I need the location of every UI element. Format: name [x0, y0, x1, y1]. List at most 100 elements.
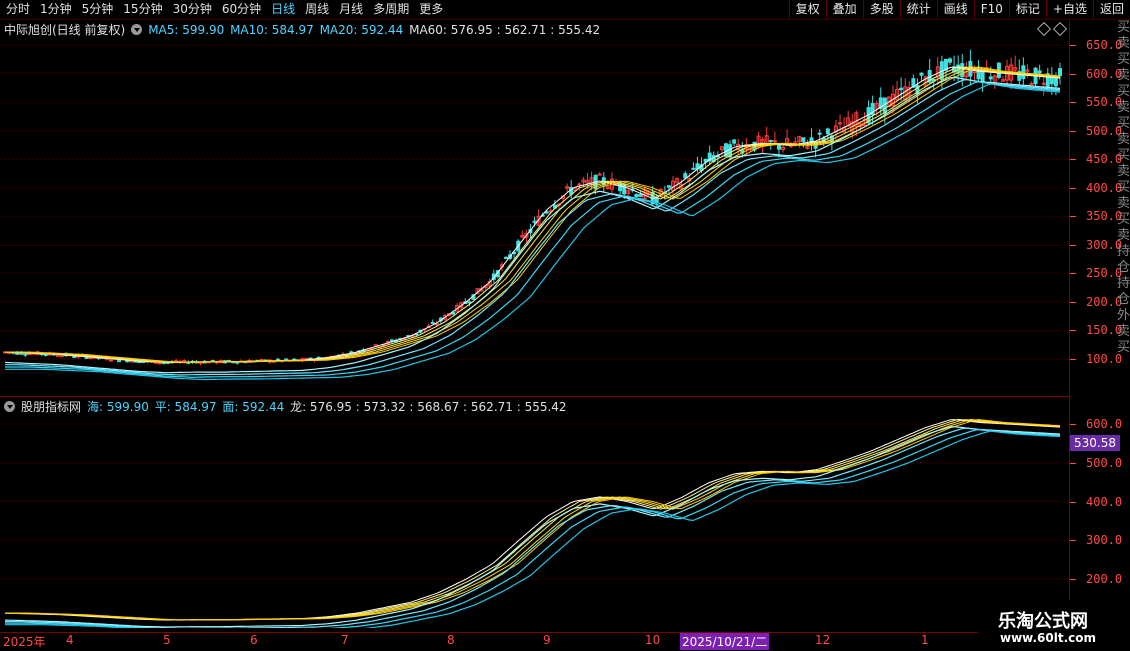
candle-body — [284, 358, 289, 361]
candle-body — [666, 185, 671, 188]
ma-line — [5, 66, 1061, 363]
date-label: 8 — [447, 633, 455, 647]
period-toolbar: 分时 1分钟 5分钟 15分钟 30分钟 60分钟 日线 周线 月线 多周期 更多 复权 叠加 多股 统计… — [0, 0, 1130, 20]
candle-body — [467, 301, 472, 304]
value-label: 海: 599.90 — [87, 400, 149, 414]
diamond-icon[interactable] — [1052, 21, 1068, 37]
dropdown-arrow-icon[interactable] — [4, 401, 15, 412]
tab-3[interactable]: 15分钟 — [119, 1, 168, 18]
date-label: 9 — [543, 633, 551, 647]
candle-body — [275, 358, 280, 361]
toolbar-button-8[interactable]: 返回 — [1092, 0, 1130, 19]
ma-line — [5, 66, 1061, 363]
toolbar-button-0[interactable]: 复权 — [788, 0, 826, 19]
period-tabs: 分时 1分钟 5分钟 15分钟 30分钟 60分钟 日线 周线 月线 多周期 更多 — [2, 1, 449, 18]
toolbar-button-1[interactable]: 叠加 — [825, 0, 863, 19]
ma-line — [4, 419, 1061, 621]
toolbar-button-2[interactable]: 多股 — [862, 0, 900, 19]
candle-body — [129, 360, 134, 363]
candle-body — [1041, 82, 1046, 85]
candle-body — [899, 87, 904, 91]
candle-body — [948, 58, 953, 63]
watermark-title: 乐淘公式网 — [998, 611, 1088, 632]
dropdown-arrow-icon[interactable] — [131, 24, 143, 35]
date-label: 7 — [341, 633, 349, 647]
ma-line — [5, 418, 1061, 621]
diamond-icon[interactable] — [1036, 21, 1052, 37]
value-label: MA20: 592.44 — [319, 22, 404, 37]
date-label: 2025年 — [3, 635, 46, 649]
tab-1[interactable]: 1分钟 — [36, 1, 78, 18]
ma-line — [5, 81, 1061, 378]
candle-body — [43, 353, 48, 356]
candle-body — [389, 339, 394, 342]
toolbar-button-4[interactable]: 画线 — [936, 0, 974, 19]
candle-body — [1029, 83, 1034, 86]
toolbar-button-6[interactable]: 标记 — [1008, 0, 1046, 19]
tab-6[interactable]: 日线 — [267, 1, 301, 18]
ma-line — [4, 76, 1061, 374]
ma-labels: MA5: 599.90 MA10: 584.97 MA20: 592.44 MA… — [148, 23, 602, 37]
tab-9[interactable]: 多周期 — [369, 1, 415, 18]
value-label: MA5: 599.90 — [148, 22, 225, 37]
current-value-badge: 530.58 — [1070, 435, 1120, 451]
candle-body — [976, 70, 981, 80]
date-label: 12 — [815, 633, 831, 647]
ma-line — [4, 66, 1061, 363]
value-label: 平: 584.97 — [154, 400, 217, 414]
candle-body — [691, 167, 696, 170]
candle-body — [768, 139, 773, 142]
candle-body — [577, 183, 582, 186]
date-label: 10 — [645, 633, 661, 647]
value-label: MA60: 576.95 : 562.71 : 555.42 — [409, 22, 601, 37]
ma-line — [5, 419, 1061, 621]
watermark-logo: 乐淘公式网 www.60lt.com — [978, 600, 1130, 650]
tab-8[interactable]: 月线 — [335, 1, 369, 18]
indicator-chart[interactable] — [0, 413, 1070, 628]
candle-body — [55, 354, 60, 357]
candle-body — [72, 356, 77, 359]
tab-0[interactable]: 分时 — [2, 1, 36, 18]
tab-5[interactable]: 60分钟 — [218, 1, 267, 18]
candle-body — [532, 220, 537, 223]
candle-body — [1058, 68, 1062, 77]
candle-body — [117, 360, 122, 363]
panel-divider — [0, 396, 1070, 397]
candle-body — [683, 173, 688, 179]
toolbar-button-5[interactable]: F10 — [973, 0, 1009, 19]
right-side-panel: 买卖买卖买卖买卖买卖买卖买卖持仓持仓外卖买 — [1117, 20, 1130, 355]
candle-body — [634, 193, 639, 198]
value-label: 龙: 576.95 : 573.32 : 568.67 : 562.71 : 5… — [290, 400, 567, 414]
tab-10[interactable]: 更多 — [415, 1, 449, 18]
candle-body — [919, 72, 924, 76]
toolbar-button-3[interactable]: 统计 — [899, 0, 937, 19]
toolbar-button-7[interactable]: +自选 — [1045, 0, 1093, 19]
candle-body — [988, 76, 993, 80]
toolbar-right-buttons: 复权 叠加 多股 统计 画线 F10 标记 +自选 返回 — [788, 0, 1130, 19]
ma-line — [4, 425, 1061, 628]
value-label: MA10: 584.97 — [230, 22, 314, 37]
tab-7[interactable]: 周线 — [301, 1, 335, 18]
candle-body — [1037, 70, 1042, 74]
date-label: 2025/10/21/二 — [680, 633, 770, 650]
ma-line — [5, 430, 1061, 628]
candle-body — [825, 128, 830, 135]
date-label: 1 — [921, 633, 929, 647]
candle-body — [772, 140, 777, 143]
value-label: 面: 592.44 — [222, 400, 285, 414]
candle-body — [259, 359, 264, 362]
ma-line — [5, 418, 1061, 621]
candle-body — [732, 139, 737, 144]
candlestick-chart[interactable] — [0, 36, 1070, 396]
candle-body — [638, 194, 643, 197]
tab-2[interactable]: 5分钟 — [78, 1, 120, 18]
date-label: 4 — [66, 633, 74, 647]
candle-body — [1021, 65, 1026, 80]
date-label: 6 — [250, 633, 258, 647]
tab-4[interactable]: 30分钟 — [169, 1, 218, 18]
watermark-url: www.60lt.com — [1000, 631, 1097, 645]
candle-body — [430, 322, 435, 325]
candle-body — [108, 359, 113, 362]
candle-body — [504, 256, 509, 259]
candle-body — [838, 122, 843, 125]
